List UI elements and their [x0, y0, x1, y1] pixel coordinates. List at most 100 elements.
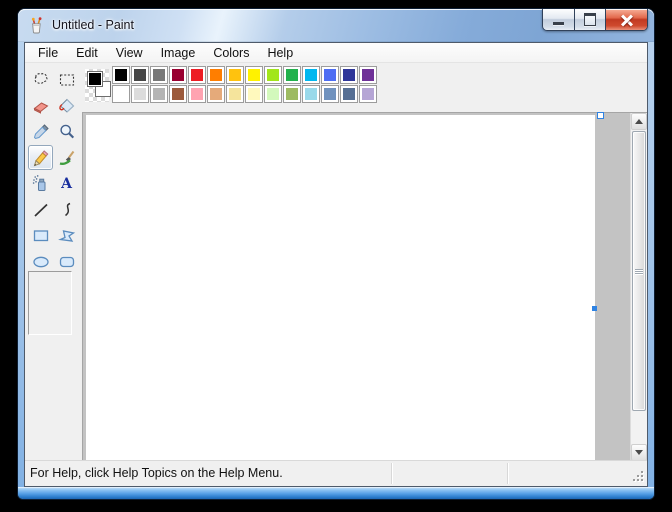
- menu-view[interactable]: View: [107, 44, 152, 62]
- scrollbar-thumb[interactable]: [632, 131, 646, 411]
- color-swatch[interactable]: [340, 85, 358, 103]
- pencil-icon: [33, 149, 48, 166]
- line-icon: [33, 203, 48, 217]
- status-separator: [507, 463, 508, 484]
- color-swatch[interactable]: [169, 85, 187, 103]
- color-swatch[interactable]: [112, 66, 130, 84]
- maximize-button[interactable]: [575, 9, 606, 30]
- tool-options-box[interactable]: [28, 271, 72, 335]
- airbrush-icon: [32, 174, 45, 191]
- tool-free-form-select[interactable]: [28, 67, 53, 92]
- color-swatch[interactable]: [112, 85, 130, 103]
- drawing-workspace: [82, 112, 647, 461]
- color-swatch[interactable]: [169, 66, 187, 84]
- free-form-select-icon: [34, 72, 48, 84]
- brush-icon: [59, 150, 74, 165]
- tool-polygon[interactable]: [54, 223, 79, 248]
- color-swatch[interactable]: [226, 85, 244, 103]
- select-icon: [59, 73, 74, 86]
- color-swatch[interactable]: [131, 66, 149, 84]
- current-colors-indicator[interactable]: [85, 69, 111, 102]
- fill-with-color-icon: [58, 98, 74, 113]
- minimize-button[interactable]: [543, 9, 575, 30]
- scroll-down-icon: [635, 450, 643, 455]
- scroll-down-button[interactable]: [631, 444, 647, 461]
- color-swatch[interactable]: [207, 85, 225, 103]
- menu-bar: File Edit View Image Colors Help: [25, 43, 647, 63]
- ellipse-icon: [32, 256, 49, 267]
- foreground-color-swatch[interactable]: [87, 71, 103, 87]
- color-swatch[interactable]: [188, 66, 206, 84]
- eraser-icon: [33, 101, 48, 114]
- rounded-rectangle-icon: [59, 256, 74, 267]
- color-swatch[interactable]: [131, 85, 149, 103]
- color-swatch[interactable]: [302, 66, 320, 84]
- canvas-right-resize-handle[interactable]: [592, 306, 597, 311]
- paint-window: Untitled - Paint File Edit View Image Co…: [18, 9, 654, 499]
- color-swatch[interactable]: [340, 66, 358, 84]
- palette-row-1: [112, 66, 377, 84]
- status-bar: For Help, click Help Topics on the Help …: [25, 460, 647, 486]
- resize-grip[interactable]: [631, 470, 644, 483]
- menu-help[interactable]: Help: [258, 44, 302, 62]
- tool-text[interactable]: A: [54, 171, 79, 196]
- color-swatch[interactable]: [150, 66, 168, 84]
- tool-pick-color[interactable]: [28, 119, 53, 144]
- color-swatch[interactable]: [188, 85, 206, 103]
- menu-image[interactable]: Image: [152, 44, 205, 62]
- color-swatch[interactable]: [264, 85, 282, 103]
- window-controls: [542, 9, 648, 31]
- paint-app-icon: [31, 17, 42, 34]
- magnifier-icon: [59, 124, 74, 138]
- menu-edit[interactable]: Edit: [67, 44, 107, 62]
- color-swatch[interactable]: [283, 66, 301, 84]
- tool-fill-with-color[interactable]: [54, 93, 79, 118]
- drawing-canvas[interactable]: [86, 115, 595, 461]
- tool-rectangle[interactable]: [28, 223, 53, 248]
- menu-file[interactable]: File: [29, 44, 67, 62]
- pick-color-icon: [33, 123, 49, 139]
- text-tool-icon: A: [61, 175, 72, 192]
- color-box: [82, 63, 647, 112]
- minimize-icon: [553, 22, 564, 25]
- tool-airbrush[interactable]: [28, 171, 53, 196]
- color-swatch[interactable]: [359, 85, 377, 103]
- tool-curve[interactable]: [54, 197, 79, 222]
- tool-magnifier[interactable]: [54, 119, 79, 144]
- status-separator: [391, 463, 392, 484]
- tool-pencil[interactable]: [28, 145, 53, 170]
- canvas-top-right-handle[interactable]: [597, 112, 604, 119]
- tool-grid: A: [28, 67, 80, 274]
- color-swatch[interactable]: [321, 66, 339, 84]
- title-bar[interactable]: Untitled - Paint: [18, 9, 654, 42]
- color-swatch[interactable]: [302, 85, 320, 103]
- window-title: Untitled - Paint: [52, 18, 134, 32]
- color-swatch[interactable]: [245, 85, 263, 103]
- palette-row-2: [112, 85, 377, 103]
- tool-brush[interactable]: [54, 145, 79, 170]
- color-swatch[interactable]: [264, 66, 282, 84]
- scroll-up-button[interactable]: [631, 113, 647, 130]
- palette-swatches: [112, 66, 377, 105]
- menu-colors[interactable]: Colors: [204, 44, 258, 62]
- color-swatch[interactable]: [245, 66, 263, 84]
- close-button[interactable]: [606, 9, 647, 30]
- close-icon: [621, 14, 633, 26]
- maximize-icon: [584, 13, 596, 26]
- vertical-scrollbar[interactable]: [630, 113, 647, 461]
- scrollbar-grip-icon: [635, 268, 643, 275]
- tool-line[interactable]: [28, 197, 53, 222]
- color-swatch[interactable]: [321, 85, 339, 103]
- curve-icon: [64, 202, 70, 216]
- color-swatch[interactable]: [150, 85, 168, 103]
- color-swatch[interactable]: [207, 66, 225, 84]
- color-swatch[interactable]: [226, 66, 244, 84]
- window-bottom-border: [18, 487, 654, 499]
- color-swatch[interactable]: [359, 66, 377, 84]
- scroll-up-icon: [635, 119, 643, 124]
- polygon-icon: [57, 229, 75, 242]
- tool-box: A: [25, 63, 82, 461]
- color-swatch[interactable]: [283, 85, 301, 103]
- tool-eraser[interactable]: [28, 93, 53, 118]
- tool-select[interactable]: [54, 67, 79, 92]
